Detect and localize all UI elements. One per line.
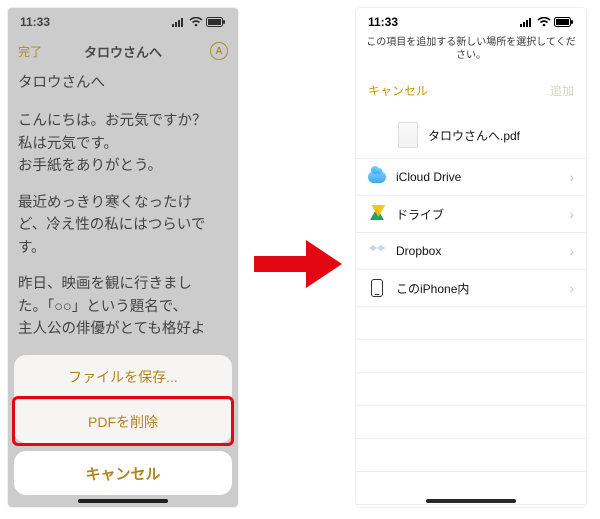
home-indicator — [78, 499, 168, 503]
chevron-right-icon: › — [569, 280, 574, 296]
icloud-icon — [368, 168, 386, 186]
file-to-save: タロウさんへ.pdf — [356, 112, 586, 159]
pdf-thumbnail-icon — [398, 122, 418, 148]
picker-prompt: この項目を追加する新しい場所を選択してください。 — [356, 36, 586, 68]
status-time: 11:33 — [368, 15, 398, 29]
location-dropbox[interactable]: Dropbox › — [356, 233, 586, 270]
wifi-icon — [537, 17, 551, 27]
location-on-this-iphone[interactable]: このiPhone内 › — [356, 270, 586, 307]
file-name: タロウさんへ.pdf — [428, 127, 520, 144]
chevron-right-icon: › — [569, 243, 574, 259]
status-icons — [520, 17, 574, 27]
delete-pdf-button[interactable]: PDFを削除 — [14, 399, 232, 443]
empty-rows — [356, 307, 586, 507]
location-label: このiPhone内 — [396, 280, 469, 297]
home-indicator — [426, 499, 516, 503]
cancel-button[interactable]: キャンセル — [368, 82, 428, 99]
files-picker-screenshot: 11:33 この項目を追加する新しい場所を選択してください。 キャンセル 追加 … — [356, 8, 586, 507]
chevron-right-icon: › — [569, 206, 574, 222]
signal-icon — [520, 17, 534, 27]
action-sheet-group: ファイルを保存... PDFを削除 — [14, 355, 232, 443]
picker-nav: キャンセル 追加 — [356, 68, 586, 112]
action-sheet: ファイルを保存... PDFを削除 キャンセル — [14, 355, 232, 495]
location-list: iCloud Drive › ドライブ › Dropbox › このiPhone… — [356, 159, 586, 307]
location-label: ドライブ — [396, 206, 444, 223]
chevron-right-icon: › — [569, 169, 574, 185]
location-google-drive[interactable]: ドライブ › — [356, 196, 586, 233]
location-label: iCloud Drive — [396, 170, 461, 184]
location-label: Dropbox — [396, 244, 441, 258]
dropbox-icon — [368, 242, 386, 260]
save-to-files-button[interactable]: ファイルを保存... — [14, 355, 232, 399]
iphone-icon — [368, 279, 386, 297]
arrow-icon — [242, 234, 352, 299]
add-button[interactable]: 追加 — [550, 82, 574, 99]
notes-screenshot: 11:33 完了 タロウさんへ A タロウさんへ こんにちは。お元気ですか？ 私… — [8, 8, 238, 507]
gdrive-icon — [368, 205, 386, 223]
battery-icon — [554, 17, 574, 27]
location-icloud-drive[interactable]: iCloud Drive › — [356, 159, 586, 196]
status-bar: 11:33 — [356, 8, 586, 36]
cancel-button[interactable]: キャンセル — [14, 451, 232, 495]
